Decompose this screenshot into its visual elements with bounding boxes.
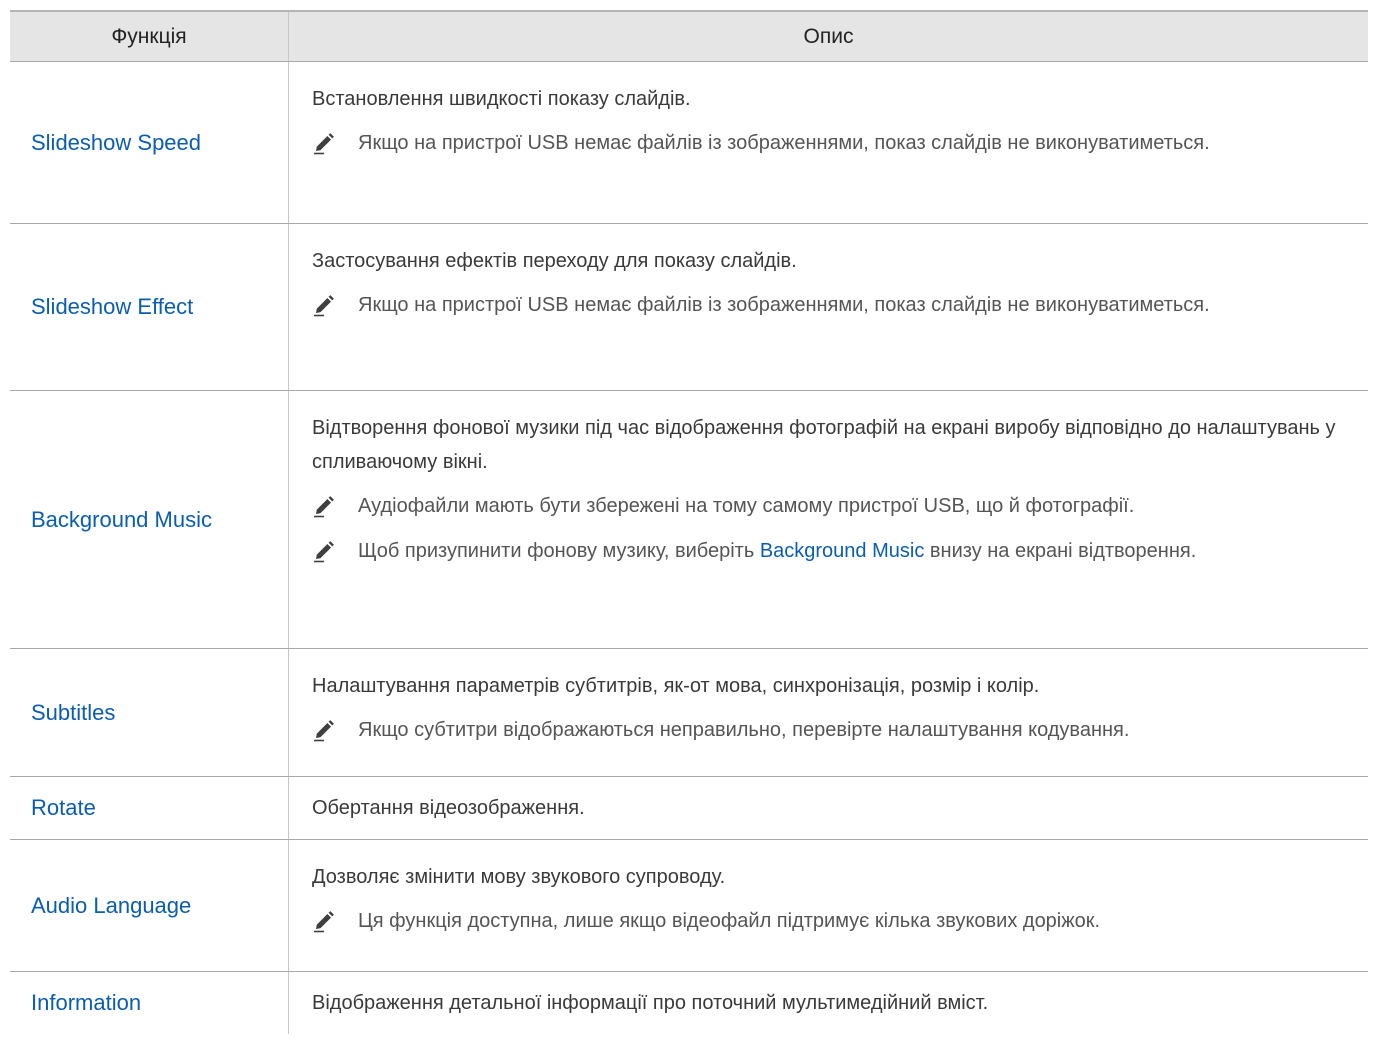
description-text: Відтворення фонової музики під час відоб…: [312, 417, 1336, 473]
function-slideshow-effect[interactable]: Slideshow Effect: [10, 224, 289, 390]
function-audio-language[interactable]: Audio Language: [10, 840, 289, 971]
note: Якщо на пристрої USB немає файлів із зоб…: [312, 126, 1348, 161]
header-function: Функція: [10, 12, 289, 61]
function-rotate[interactable]: Rotate: [10, 777, 289, 839]
table-row: Background Music Відтворення фонової муз…: [10, 391, 1368, 649]
note: Ця функція доступна, лише якщо відеофайл…: [312, 904, 1348, 939]
table-row: Information Відображення детальної інфор…: [10, 972, 1368, 1034]
pencil-icon: [312, 713, 358, 748]
description-text: Дозволяє змінити мову звукового супровод…: [312, 866, 726, 888]
description-cell: Налаштування параметрів субтитрів, як-от…: [289, 649, 1368, 776]
table-row: Slideshow Effect Застосування ефектів пе…: [10, 224, 1368, 391]
note: Якщо на пристрої USB немає файлів із зоб…: [312, 288, 1348, 323]
description-cell: Встановлення швидкості показу слайдів. Я…: [289, 62, 1368, 223]
table-row: Rotate Обертання відеозображення.: [10, 777, 1368, 840]
note-text: Якщо на пристрої USB немає файлів із зоб…: [358, 294, 1210, 316]
description-cell: Відтворення фонової музики під час відоб…: [289, 391, 1368, 648]
function-background-music[interactable]: Background Music: [10, 391, 289, 648]
table-row: Subtitles Налаштування параметрів субтит…: [10, 649, 1368, 777]
pencil-icon: [312, 126, 358, 161]
note-text: Щоб призупинити фонову музику, виберіть …: [358, 534, 1196, 569]
function-table: Функція Опис Slideshow Speed Встановленн…: [10, 10, 1368, 1034]
function-information[interactable]: Information: [10, 972, 289, 1034]
description-text: Обертання відеозображення.: [312, 797, 585, 819]
note-text-after: внизу на екрані відтворення.: [924, 540, 1197, 562]
note: Щоб призупинити фонову музику, виберіть …: [312, 534, 1348, 569]
description-cell: Відображення детальної інформації про по…: [289, 972, 1368, 1034]
note-text: Якщо субтитри відображаються неправильно…: [358, 719, 1130, 741]
note: Аудіофайли мають бути збережені на тому …: [312, 489, 1348, 524]
pencil-icon: [312, 534, 358, 569]
note-text-before: Щоб призупинити фонову музику, виберіть: [358, 540, 760, 562]
function-subtitles[interactable]: Subtitles: [10, 649, 289, 776]
description-text: Відображення детальної інформації про по…: [312, 992, 989, 1014]
table-header: Функція Опис: [10, 10, 1368, 62]
description-text: Застосування ефектів переходу для показу…: [312, 250, 797, 272]
note-text: Якщо на пристрої USB немає файлів із зоб…: [358, 132, 1210, 154]
note: Якщо субтитри відображаються неправильно…: [312, 713, 1348, 748]
description-cell: Дозволяє змінити мову звукового супровод…: [289, 840, 1368, 971]
header-description: Опис: [803, 24, 854, 48]
background-music-link[interactable]: Background Music: [760, 540, 925, 562]
note-text: Аудіофайли мають бути збережені на тому …: [358, 495, 1135, 517]
table-row: Audio Language Дозволяє змінити мову зву…: [10, 840, 1368, 972]
function-slideshow-speed[interactable]: Slideshow Speed: [10, 62, 289, 223]
pencil-icon: [312, 489, 358, 524]
pencil-icon: [312, 904, 358, 939]
description-text: Налаштування параметрів субтитрів, як-от…: [312, 675, 1040, 697]
pencil-icon: [312, 288, 358, 323]
description-cell: Обертання відеозображення.: [289, 777, 1368, 839]
note-text: Ця функція доступна, лише якщо відеофайл…: [358, 910, 1101, 932]
table-row: Slideshow Speed Встановлення швидкості п…: [10, 62, 1368, 224]
description-text: Встановлення швидкості показу слайдів.: [312, 88, 691, 110]
description-cell: Застосування ефектів переходу для показу…: [289, 224, 1368, 390]
